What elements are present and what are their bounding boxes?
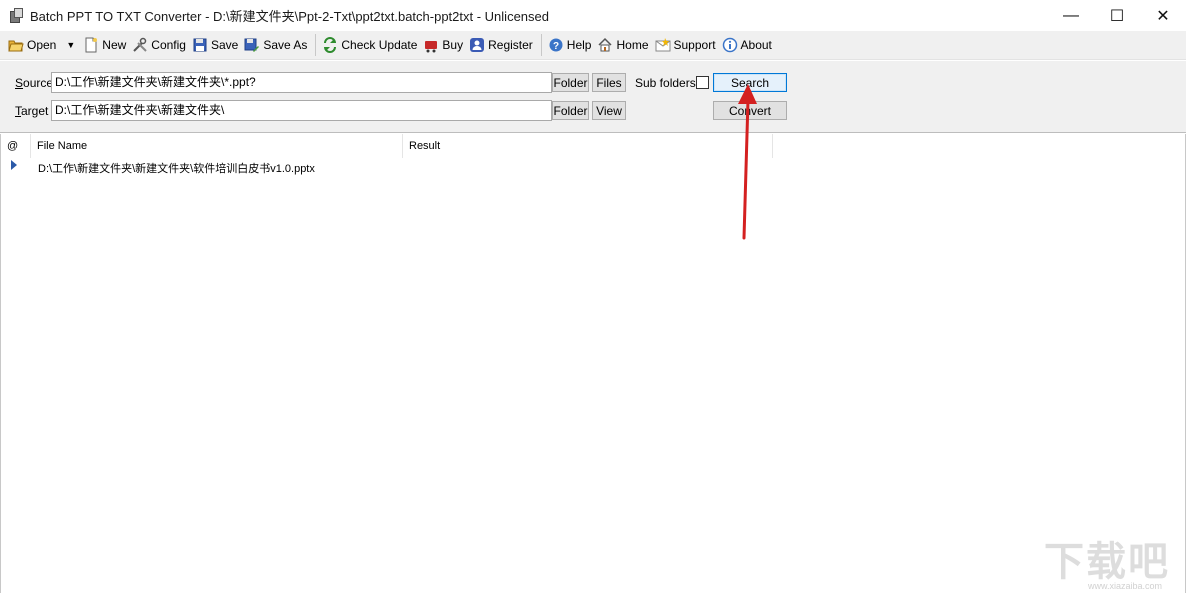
watermark-site: www.xiazaiba.com — [1087, 581, 1162, 591]
toolbar-separator — [315, 34, 317, 56]
column-header-status[interactable]: @ — [1, 134, 31, 158]
svg-text:?: ? — [553, 41, 559, 52]
buy-button[interactable]: Buy — [421, 34, 467, 56]
target-label: Target — [15, 104, 49, 118]
column-header-result[interactable]: Result — [403, 134, 773, 158]
target-view-button[interactable]: View — [592, 101, 626, 120]
minimize-button[interactable]: — — [1048, 0, 1094, 31]
floppy-disk-icon — [192, 37, 208, 53]
app-icon — [8, 7, 24, 24]
folder-open-icon — [8, 37, 24, 53]
help-button[interactable]: ? Help — [546, 34, 596, 56]
window-title: Batch PPT TO TXT Converter - D:\新建文件夹\Pp… — [30, 9, 549, 24]
maximize-button[interactable]: ☐ — [1094, 0, 1140, 31]
new-button[interactable]: New — [81, 34, 130, 56]
about-button[interactable]: About — [720, 34, 776, 56]
column-header-file-name[interactable]: File Name — [31, 134, 403, 158]
watermark-logo: 下载吧 — [1044, 540, 1170, 584]
source-path-input[interactable]: D:\工作\新建文件夹\新建文件夹\*.ppt? — [51, 72, 552, 93]
tools-icon — [132, 37, 148, 53]
window-controls: — ☐ ✕ — [1048, 0, 1186, 31]
toolbar-separator — [540, 34, 542, 56]
open-button[interactable]: Open ▼ — [6, 34, 81, 56]
home-button[interactable]: Home — [595, 34, 652, 56]
check-update-button[interactable]: Check Update — [320, 34, 421, 56]
new-file-icon — [83, 37, 99, 53]
file-name-cell: D:\工作\新建文件夹\新建文件夹\软件培训白皮书v1.0.pptx — [38, 163, 315, 175]
list-item[interactable]: D:\工作\新建文件夹\新建文件夹\软件培训白皮书v1.0.pptx — [1, 158, 1185, 176]
subfolders-label: Sub folders — [635, 76, 696, 90]
user-icon — [469, 37, 485, 53]
home-icon — [597, 37, 613, 53]
open-dropdown-icon[interactable]: ▼ — [66, 40, 75, 50]
subfolders-checkbox[interactable] — [696, 76, 709, 89]
save-button[interactable]: Save — [190, 34, 242, 56]
source-label: Source — [15, 76, 54, 90]
config-button[interactable]: Config — [130, 34, 190, 56]
refresh-icon — [322, 37, 338, 53]
save-as-button[interactable]: Save As — [242, 34, 311, 56]
help-icon: ? — [548, 37, 564, 53]
target-folder-button[interactable]: Folder — [552, 101, 589, 120]
close-button[interactable]: ✕ — [1140, 0, 1186, 31]
list-header: @ File Name Result — [1, 134, 1185, 158]
row-pointer-icon — [11, 160, 17, 170]
source-folder-button[interactable]: Folder — [552, 73, 589, 92]
info-icon — [722, 37, 738, 53]
source-files-button[interactable]: Files — [592, 73, 626, 92]
target-path-input[interactable]: D:\工作\新建文件夹\新建文件夹\ — [51, 100, 552, 121]
register-button[interactable]: Register — [467, 34, 537, 56]
options-panel: Source D:\工作\新建文件夹\新建文件夹\*.ppt? Folder F… — [0, 61, 1186, 133]
support-button[interactable]: Support — [653, 34, 720, 56]
support-icon — [655, 37, 671, 53]
toolbar: Open ▼ New Config Save Save As Check Upd… — [0, 31, 1186, 60]
title-bar: Batch PPT TO TXT Converter - D:\新建文件夹\Pp… — [0, 0, 1186, 31]
annotation-arrow — [738, 84, 757, 240]
file-list[interactable]: @ File Name Result D:\工作\新建文件夹\新建文件夹\软件培… — [0, 134, 1186, 593]
save-as-icon — [244, 37, 260, 53]
cart-icon — [423, 37, 439, 53]
